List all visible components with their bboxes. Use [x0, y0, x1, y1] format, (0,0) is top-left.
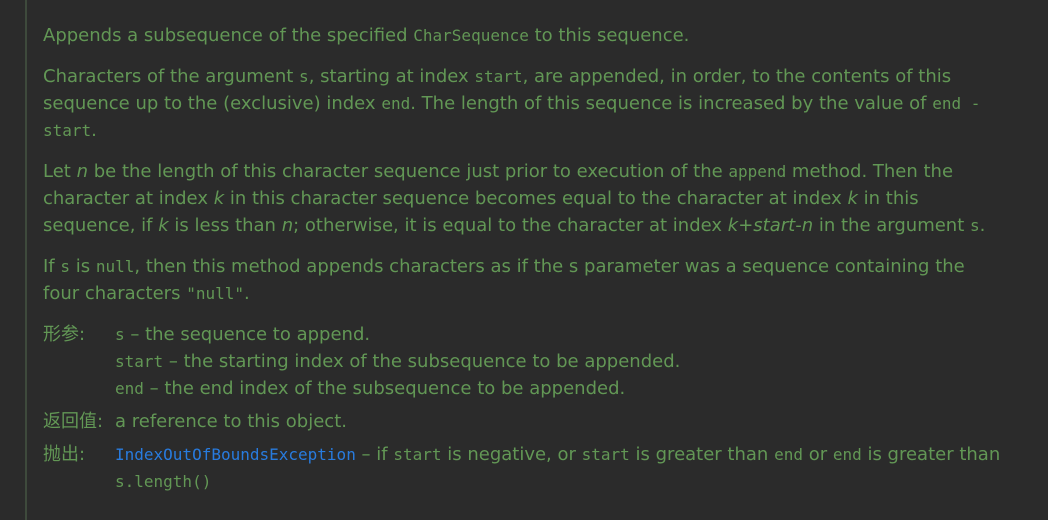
- returns-label: 返回值:: [43, 411, 104, 432]
- javadoc-tags: 形参: s – the sequence to append. start – …: [43, 321, 1003, 495]
- javadoc-content: Appends a subsequence of the specified C…: [43, 22, 1003, 495]
- params-label: 形参:: [43, 324, 86, 345]
- returns-text: a reference to this object.: [115, 411, 347, 432]
- exception-link[interactable]: IndexOutOfBoundsException: [115, 445, 356, 464]
- code-charsequence: CharSequence: [413, 26, 529, 45]
- param-end: end – the end index of the subsequence t…: [115, 378, 626, 399]
- throws-label: 抛出:: [43, 444, 86, 465]
- returns-section: 返回值: a reference to this object.: [43, 402, 1003, 435]
- params-list: s – the sequence to append. start – the …: [115, 321, 1003, 402]
- param-start: start – the starting index of the subseq…: [115, 351, 681, 372]
- summary-paragraph: Appends a subsequence of the specified C…: [43, 25, 690, 46]
- gutter-line: [25, 0, 27, 520]
- description-paragraph-3: If s is null, then this method appends c…: [43, 256, 965, 304]
- description-paragraph-1: Characters of the argument s, starting a…: [43, 66, 981, 141]
- param-s: s – the sequence to append.: [115, 324, 371, 345]
- throws-text: IndexOutOfBoundsException – if start is …: [115, 444, 1001, 491]
- description-paragraph-2: Let n be the length of this character se…: [43, 161, 986, 236]
- javadoc-popup: Appends a subsequence of the specified C…: [0, 0, 1048, 520]
- throws-section: 抛出: IndexOutOfBoundsException – if start…: [43, 435, 1003, 495]
- params-section: 形参: s – the sequence to append. start – …: [43, 321, 1003, 402]
